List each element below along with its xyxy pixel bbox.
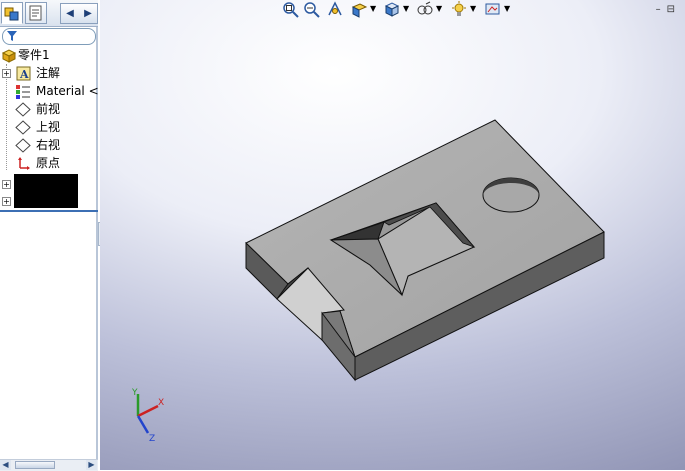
tree-item-label: 注解 <box>36 66 61 80</box>
material-icon <box>16 85 30 99</box>
tree-item-right-plane[interactable]: 右视 <box>0 137 98 154</box>
plane-icon <box>15 120 31 135</box>
plane-icon <box>15 102 31 117</box>
expand-plus-icon[interactable]: + <box>2 197 11 206</box>
filter-funnel-icon <box>7 31 17 41</box>
annotation-a-icon: A <box>16 66 31 81</box>
plane-icon <box>15 138 31 153</box>
expand-plus-icon[interactable]: + <box>2 180 11 189</box>
tree-item-front-plane[interactable]: 前视 <box>0 101 98 118</box>
tab-feature-manager[interactable] <box>1 2 23 24</box>
chevron-right-icon[interactable]: ▶ <box>84 4 92 23</box>
panel-horizontal-scrollbar[interactable]: ◀ ▶ <box>0 459 98 471</box>
tree-item-annotations[interactable]: + A 注解 <box>0 65 98 82</box>
tree-filter-input[interactable] <box>2 28 96 45</box>
property-manager-icon <box>29 5 42 21</box>
triad-z-axis <box>136 415 150 434</box>
svg-text:A: A <box>19 68 29 81</box>
tree-item-hidden-1[interactable]: + <box>0 176 14 193</box>
graphics-viewport[interactable]: ▼ ▼ ▼ ▼ ▼ –⊟ Y X Z <box>100 0 685 470</box>
tree-item-origin[interactable]: 原点 <box>0 155 98 172</box>
tree-item-top-plane[interactable]: 上视 <box>0 119 98 136</box>
scroll-left-icon[interactable]: ◀ <box>0 460 11 470</box>
origin-icon <box>18 157 30 170</box>
triad-x-axis <box>137 404 159 418</box>
tree-item-label: 右视 <box>36 138 61 152</box>
tree-item-label: 前视 <box>36 102 61 116</box>
tree-item-hidden-2[interactable]: + <box>0 193 14 210</box>
tab-scroll-arrows[interactable]: ◀ ▶ <box>60 3 98 24</box>
triad-z-label: Z <box>149 434 155 442</box>
reference-triad: Y X Z <box>131 388 164 442</box>
tree-item-material[interactable]: Material <not specified> <box>0 83 98 100</box>
feature-tree-icon <box>4 7 19 21</box>
feature-manager-panel: ◀ ▶ 零件1 + A 注解 Material <not specified> … <box>0 0 98 471</box>
part-3d-model[interactable] <box>100 0 685 470</box>
part-icon <box>1 49 17 63</box>
triad-x-label: X <box>158 398 164 408</box>
expand-plus-icon[interactable]: + <box>2 69 11 78</box>
tree-root-label: 零件1 <box>18 48 50 62</box>
scroll-thumb[interactable] <box>15 461 55 469</box>
rollback-bar[interactable] <box>0 210 98 212</box>
triad-y-label: Y <box>131 388 138 398</box>
panel-tab-bar: ◀ ▶ <box>0 0 98 27</box>
chevron-left-icon[interactable]: ◀ <box>66 4 74 23</box>
tab-property-manager[interactable] <box>25 2 47 24</box>
redacted-feature-block <box>14 174 78 208</box>
tree-item-label: Material <not specified> <box>36 84 98 98</box>
tree-root-part[interactable]: 零件1 <box>0 47 98 64</box>
tree-item-label: 原点 <box>36 156 61 170</box>
tree-item-label: 上视 <box>36 120 61 134</box>
scroll-right-icon[interactable]: ▶ <box>86 460 97 470</box>
